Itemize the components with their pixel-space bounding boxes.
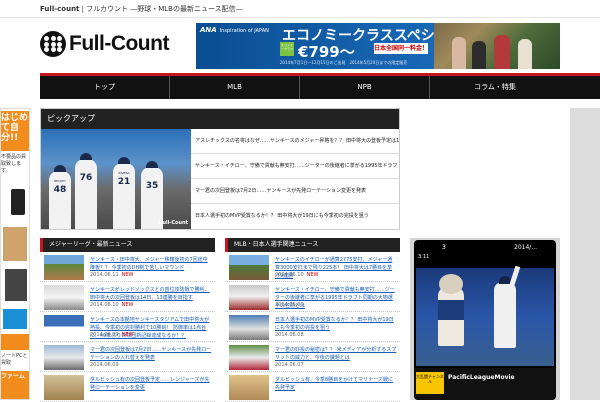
ad-badge: 日本全国同一料金！: [374, 43, 429, 54]
list-title: MLB・日本人選手関連ニュース: [225, 238, 400, 252]
list-item[interactable]: ダルビッシュ有の次回登板予定……レンジャーズが先発ローテーションを変更: [40, 372, 215, 402]
list-item-date: 2014.06.10 NEW: [275, 272, 319, 278]
list-title: メジャーリーグ・最新ニュース: [40, 238, 215, 252]
site-tagline: Full-count | フルカウント ―野球・MLBの最新ニュース配信―: [40, 4, 243, 14]
video-player[interactable]: 3 2014/... 3:11 大乱闘チャンネル PacificLeagueMo…: [414, 240, 556, 400]
main-nav: トップ MLB NPB コラム・特集: [40, 73, 600, 99]
list-item-date: 2014.06.09: [90, 362, 119, 368]
list-item-date: 2014.06.08: [275, 332, 304, 338]
list-item-title[interactable]: ヤンキースがレッドソックスとの首位攻防戦で勝利、田中将大の次回登板は14日、13…: [90, 286, 212, 302]
header-banner-ad[interactable]: ANA Inspiration of JAPAN エコノミークラススペシャル エコ…: [196, 23, 560, 69]
pickup-links: アスレチックスの名将はなぜ……ヤンキースのメジャー昇格を？？ 田中将大の登板予定…: [191, 129, 399, 229]
list-item[interactable]: ヤンキースのイチローが通算2775安打、メジャー通算3000安打まで残り225本…: [225, 252, 400, 282]
side-ad-headline: はじめて自分!!: [1, 111, 29, 151]
site-header: Full-Count ANA Inspiration of JAPAN エコノミー…: [0, 18, 600, 72]
thumbnail: [44, 375, 84, 400]
thumbnail: [229, 285, 269, 310]
list-item-date: 2014.06.10 NEW: [90, 302, 134, 308]
list-item-date: 2014.06.09: [275, 302, 304, 308]
list-item[interactable]: 日本人選手初のMVP受賞なるか！？ 田中将大が19日にも今季初の完投を狙う 20…: [225, 312, 400, 342]
ad-tag: エコノミークラス: [280, 42, 294, 56]
thumbnail: [44, 345, 84, 370]
list-item-title[interactable]: マー君の好投の秘密は？？ 米メディアが分析するスプリットの威力と、今後の課題とは: [275, 346, 397, 362]
nav-item-top[interactable]: トップ: [40, 76, 170, 99]
thumbnail: [229, 255, 269, 280]
video-date: 2014/...: [514, 244, 538, 251]
channel-thumbnail[interactable]: 大乱闘チャンネル: [416, 372, 444, 394]
side-ad-copy: 不要品の買取致します。: [1, 154, 27, 174]
thumbnail: [44, 285, 84, 310]
japanese-players-news-list: MLB・日本人選手関連ニュース ヤンキースのイチローが通算2775安打、メジャー…: [225, 238, 400, 402]
list-item[interactable]: ヤンキースの本拠地ヤンキースタジアムで田中将大が熱投、今季初の完封勝利で10勝目…: [40, 312, 215, 342]
phone-icon: [11, 189, 25, 215]
list-item-title[interactable]: ダルビッシュ有、今季8勝目をかけてマリナーズ戦に先発予定: [275, 376, 397, 392]
pickup-link[interactable]: ヤンキース・イチロー、守備で貢献も無安打……ジーターの後継者に挙がる1995年ド…: [191, 154, 399, 179]
tagline-brand[interactable]: Full-count: [40, 5, 79, 13]
list-item-title[interactable]: 日本人選手初のMVP受賞なるか！？ 田中将大が19日にも今季初の完投を狙う: [275, 316, 397, 332]
list-item[interactable]: マー君の次回登板は7月2日……ヤンキースが先発ローテーションの入れ替えを発表 2…: [40, 342, 215, 372]
photo-watermark: Full-Count: [159, 220, 188, 226]
list-item[interactable]: ヤンキースがレッドソックスとの首位攻防戦で勝利、田中将大の次回登板は14日、13…: [40, 282, 215, 312]
list-item-title[interactable]: ダルビッシュ有の次回登板予定……レンジャーズが先発ローテーションを変更: [90, 376, 212, 392]
ad-photo: [434, 23, 560, 69]
ad-brand: ANA Inspiration of JAPAN: [200, 26, 269, 34]
nav-item-npb[interactable]: NPB: [300, 76, 430, 99]
pickup-link[interactable]: マー君の次回登板は7月2日……ヤンキースが先発ローテーション変更を発表: [191, 179, 399, 204]
thumbnail: [229, 315, 269, 340]
ad-fineprint: 2014年7月1日～12月15日のご出発 2014年5月20日までの限定販売: [280, 60, 408, 65]
right-gutter: [570, 108, 600, 400]
video-frame: [416, 265, 554, 366]
pickup-photo[interactable]: BECKEY 48 76 RIVERA 21 35 Full-Count: [41, 129, 191, 229]
thumbnail: [44, 315, 84, 340]
site-logo[interactable]: Full-Count: [40, 30, 169, 58]
player-figure: BECKEY 48: [49, 165, 71, 229]
list-item[interactable]: ヤンキース・田中将大、メジャー移籍後初の7回途中降板？？ 今季初のDH制で苦しい…: [40, 252, 215, 282]
device-icon: [3, 309, 27, 329]
channel-name[interactable]: PacificLeagueMovie: [448, 374, 515, 381]
list-item-date: 2014.06.07: [275, 362, 304, 368]
pickup-title: ピックアップ: [41, 109, 399, 129]
video-title: 3: [442, 244, 446, 251]
left-side-ad[interactable]: はじめて自分!! 不要品の買取致します。 ノートPCと買取 ファーム: [0, 108, 30, 400]
pickup-link[interactable]: アスレチックスの名将はなぜ……ヤンキースのメジャー昇格を？？ 田中将大の登板予定…: [191, 129, 399, 154]
list-item-title[interactable]: ヤンキース・田中将大、メジャー移籍後初の7回途中降板？？ 今季初のDH制で苦しい…: [90, 256, 212, 272]
player-figure: RIVERA 21: [113, 157, 135, 229]
list-item-date: 2014.06.09 NEW: [90, 332, 134, 338]
list-item[interactable]: ダルビッシュ有、今季8勝目をかけてマリナーズ戦に先発予定: [225, 372, 400, 402]
box-icon: [3, 227, 27, 261]
side-ad-bottom: ファーム: [1, 371, 29, 399]
pickup-section: ピックアップ BECKEY 48 76 RIVERA 21 35 Full-Coun…: [40, 108, 400, 230]
nav-item-mlb[interactable]: MLB: [170, 76, 300, 99]
list-item[interactable]: マー君の好投の秘密は？？ 米メディアが分析するスプリットの威力と、今後の課題とは…: [225, 342, 400, 372]
thumbnail: [44, 255, 84, 280]
tagline-rest: | フルカウント ―野球・MLBの最新ニュース配信―: [79, 5, 243, 13]
video-info-bar: 大乱闘チャンネル PacificLeagueMovie: [414, 368, 556, 400]
list-item-title[interactable]: マー君の次回登板は7月2日……ヤンキースが先発ローテーションの入れ替えを発表: [90, 346, 212, 362]
baseball-logo-icon: [40, 31, 66, 57]
thumbnail: [229, 375, 269, 400]
mascot-figure: [438, 274, 464, 346]
laptop-icon: [5, 269, 27, 301]
pickup-link[interactable]: 日本人選手初のMVP受賞なるか！？ 田中将大が19日にも今季初の完投を狙う: [191, 204, 399, 229]
thumbnail: [229, 345, 269, 370]
side-ad-copy2: ノートPCと買取: [1, 353, 28, 366]
video-duration: 3:11: [418, 254, 430, 260]
video-widget[interactable]: 3 2014/... 3:11 大乱闘チャンネル PacificLeagueMo…: [410, 238, 560, 400]
logo-text: Full-Count: [69, 32, 169, 55]
list-item-date: 2014.06.11 NEW: [90, 272, 134, 278]
ad-price: €799～: [298, 43, 355, 61]
top-bar: Full-count | フルカウント ―野球・MLBの最新ニュース配信―: [0, 0, 600, 18]
player-figure: [494, 265, 521, 348]
side-ad-band: [1, 334, 29, 350]
player-figure: 76: [75, 153, 97, 229]
mlb-news-list: メジャーリーグ・最新ニュース ヤンキース・田中将大、メジャー移籍後初の7回途中降…: [40, 238, 215, 402]
nav-item-column[interactable]: コラム・特集: [430, 76, 560, 99]
list-item[interactable]: ヤンキース・イチロー、守備で貢献も無安打……ジーターの後継者に挙がる1995年ド…: [225, 282, 400, 312]
